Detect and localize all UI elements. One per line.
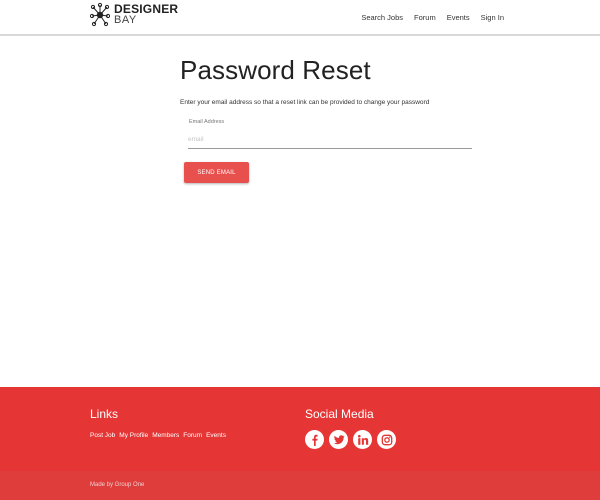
intro-text: Enter your email address so that a reset… bbox=[180, 99, 430, 106]
nav-search-jobs[interactable]: Search Jobs bbox=[361, 13, 403, 22]
nav-forum[interactable]: Forum bbox=[414, 13, 436, 22]
footer-link-events[interactable]: Events bbox=[206, 432, 226, 439]
facebook-icon[interactable] bbox=[305, 430, 324, 449]
designer-bay-logo[interactable]: DESIGNER BAY bbox=[90, 1, 178, 29]
page-title: Password Reset bbox=[180, 55, 371, 85]
footer-top: Links Post Job My Profile Members Forum … bbox=[0, 387, 600, 471]
linkedin-icon[interactable] bbox=[353, 430, 372, 449]
footer-bottom: Made by Group One bbox=[0, 471, 600, 500]
footer-link-my-profile[interactable]: My Profile bbox=[119, 432, 148, 439]
footer-link-forum[interactable]: Forum bbox=[183, 432, 202, 439]
email-field[interactable] bbox=[188, 131, 472, 149]
footer-link-post-job[interactable]: Post Job bbox=[90, 432, 115, 439]
nav-events[interactable]: Events bbox=[447, 13, 470, 22]
footer-social-heading: Social Media bbox=[305, 407, 374, 421]
logo-network-icon bbox=[90, 2, 110, 27]
site-footer: Links Post Job My Profile Members Forum … bbox=[0, 387, 600, 500]
copyright-text: Made by Group One bbox=[90, 482, 145, 488]
email-label: Email Address bbox=[189, 119, 225, 125]
logo-subtitle: BAY bbox=[114, 14, 137, 26]
main-nav: Search Jobs Forum Events Sign In bbox=[350, 13, 504, 22]
instagram-icon[interactable] bbox=[377, 430, 396, 449]
twitter-icon[interactable] bbox=[329, 430, 348, 449]
footer-links-heading: Links bbox=[90, 407, 119, 421]
footer-links: Post Job My Profile Members Forum Events bbox=[90, 432, 230, 439]
send-email-button[interactable]: SEND EMAIL bbox=[184, 162, 249, 183]
logo-text: DESIGNER BAY bbox=[114, 3, 178, 26]
top-navbar: DESIGNER BAY Search Jobs Forum Events Si… bbox=[0, 0, 600, 36]
social-icons bbox=[305, 430, 401, 449]
nav-sign-in[interactable]: Sign In bbox=[481, 13, 504, 22]
footer-link-members[interactable]: Members bbox=[152, 432, 179, 439]
